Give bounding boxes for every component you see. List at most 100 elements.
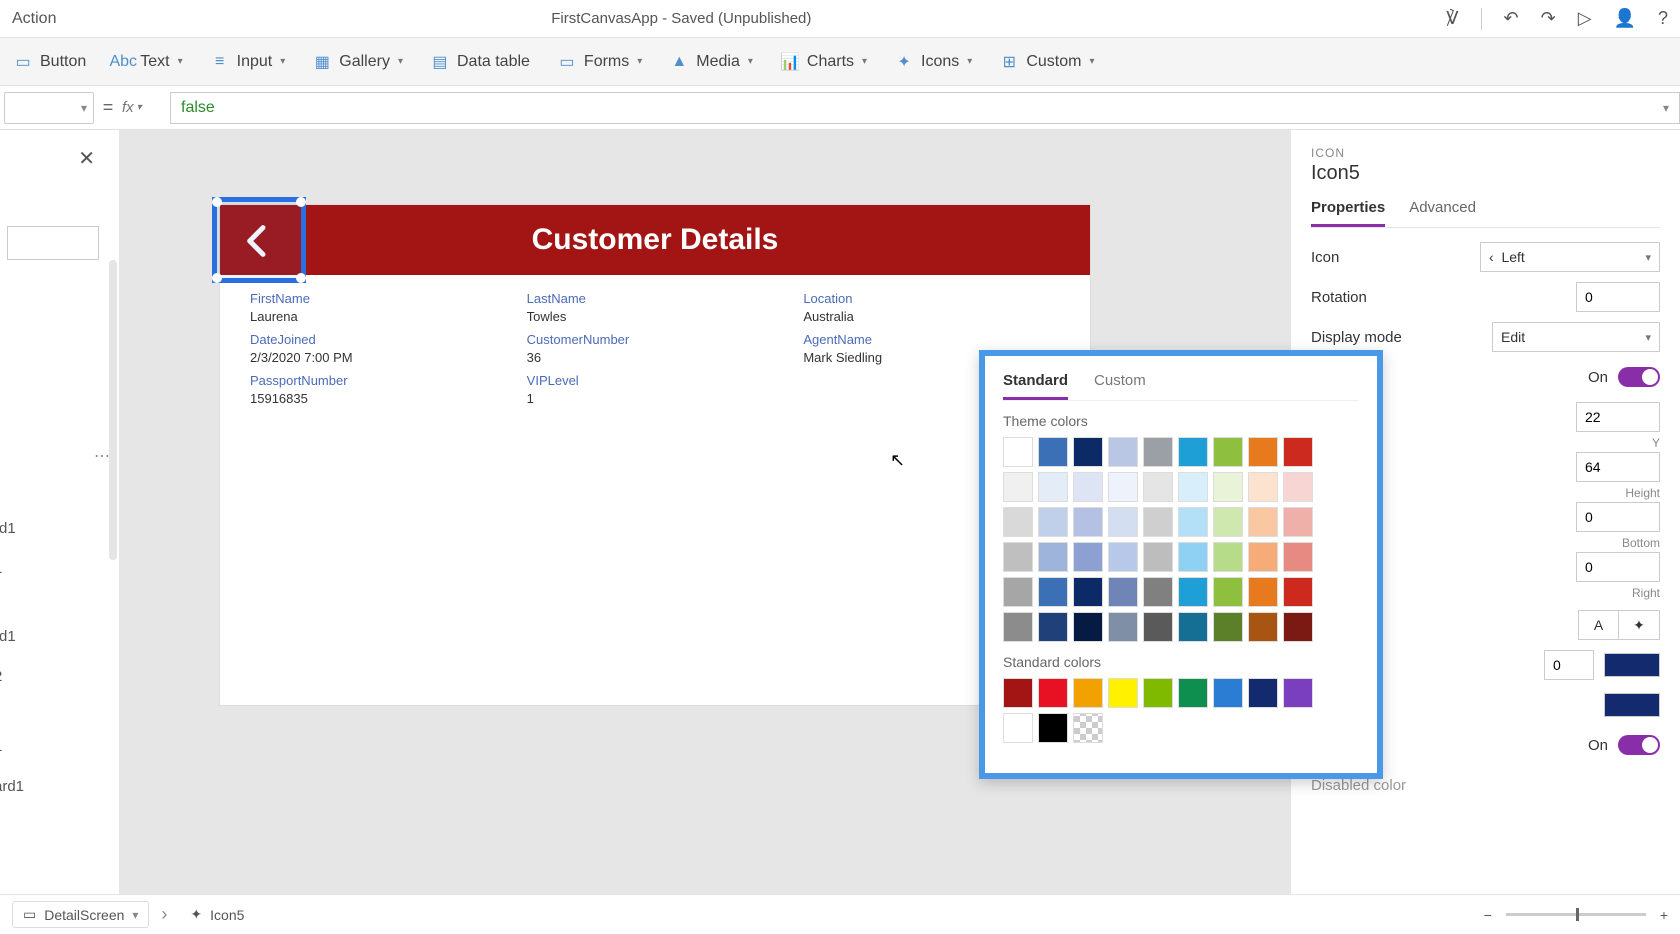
ribbon-gallery[interactable]: ▦Gallery▾ [313,53,403,71]
color-swatch[interactable] [1283,577,1313,607]
ribbon-custom[interactable]: ⊞Custom▾ [1000,53,1094,71]
health-icon[interactable]: ℣ [1446,8,1458,29]
color-swatch[interactable] [1248,678,1278,708]
font-segment[interactable]: A ✦ [1578,610,1660,640]
color-swatch[interactable] [1038,612,1068,642]
color-swatch[interactable] [1248,612,1278,642]
color-swatch[interactable] [1213,507,1243,537]
color-swatch[interactable] [1073,472,1103,502]
color-swatch[interactable] [1178,612,1208,642]
ribbon-forms[interactable]: ▭Forms▾ [558,53,642,71]
more-icon[interactable]: ⋯ [94,446,111,466]
color-swatch[interactable] [1283,437,1313,467]
color-swatch[interactable] [1003,542,1033,572]
color-swatch[interactable] [1248,437,1278,467]
prop-rotation-input[interactable] [1576,282,1660,312]
color-swatch[interactable] [1213,577,1243,607]
color-swatch[interactable] [1038,472,1068,502]
color-swatch[interactable] [1143,678,1173,708]
color-swatch[interactable] [1003,577,1033,607]
zoom-out[interactable]: − [1484,907,1492,923]
color-swatch[interactable] [1178,678,1208,708]
color-swatch[interactable] [1108,542,1138,572]
color-swatch[interactable] [1108,472,1138,502]
color-swatch[interactable] [1178,542,1208,572]
tree-item[interactable]: 2 [0,668,2,685]
color-swatch[interactable] [1178,437,1208,467]
selection-box[interactable] [212,197,306,283]
color-swatch[interactable] [1073,542,1103,572]
tree-item[interactable]: ard1 [0,778,24,795]
tree-item[interactable]: 1 [0,560,2,577]
ribbon-button[interactable]: ▭Button [14,53,86,71]
color-swatch[interactable] [1038,507,1068,537]
color-swatch[interactable] [1143,437,1173,467]
ribbon-icons[interactable]: ✦Icons▾ [895,53,972,71]
seg-font[interactable]: A [1579,611,1619,639]
color-swatch-2[interactable] [1604,693,1660,717]
color-swatch[interactable] [1108,678,1138,708]
color-swatch[interactable] [1248,577,1278,607]
search-box[interactable] [7,226,99,260]
color-swatch[interactable] [1248,472,1278,502]
ribbon-input[interactable]: ≡Input▾ [211,53,286,71]
tree-item[interactable]: 1 [0,738,2,755]
ribbon-text[interactable]: AbcText▾ [114,53,182,71]
tab-properties[interactable]: Properties [1311,199,1385,227]
color-swatch[interactable] [1178,472,1208,502]
color-swatch[interactable] [1073,713,1103,743]
color-swatch[interactable] [1003,472,1033,502]
fx-label[interactable]: fx▾ [122,99,170,116]
color-swatch[interactable] [1213,542,1243,572]
color-swatch[interactable] [1003,612,1033,642]
color-swatch[interactable] [1283,542,1313,572]
redo-icon[interactable]: ↷ [1541,8,1556,29]
color-swatch[interactable] [1283,472,1313,502]
color-swatch[interactable] [1213,678,1243,708]
color-swatch[interactable] [1003,678,1033,708]
color-swatch[interactable] [1108,507,1138,537]
help-icon[interactable]: ? [1658,8,1668,29]
color-swatch[interactable] [1213,437,1243,467]
colorpicker-tab-standard[interactable]: Standard [1003,372,1068,400]
scrollbar[interactable] [109,260,117,560]
property-selector[interactable]: ▾ [4,92,94,124]
color-swatch[interactable] [1073,678,1103,708]
play-icon[interactable]: ▷ [1578,8,1592,29]
visible-toggle[interactable] [1618,367,1660,387]
color-swatch[interactable] [1213,472,1243,502]
color-swatch[interactable] [1143,472,1173,502]
color-swatch[interactable] [1143,507,1173,537]
formula-input[interactable]: false ▾ [170,92,1680,124]
color-swatch[interactable] [1073,577,1103,607]
colorpicker-tab-custom[interactable]: Custom [1094,372,1146,400]
color-swatch[interactable] [1283,678,1313,708]
tree-item[interactable]: rd1 [0,520,16,537]
color-swatch[interactable] [1108,437,1138,467]
color-swatch[interactable] [1038,713,1068,743]
prop-icon-dropdown[interactable]: ‹ Left▾ [1480,242,1660,272]
color-swatch[interactable] [1213,612,1243,642]
toggle-2[interactable] [1618,735,1660,755]
menu-action[interactable]: Action [12,10,56,28]
color-swatch[interactable] [1003,437,1033,467]
color-swatch[interactable] [1178,577,1208,607]
ribbon-datatable[interactable]: ▤Data table [431,53,530,71]
color-swatch[interactable] [1178,507,1208,537]
breadcrumb-screen[interactable]: ▭ DetailScreen ▾ [12,901,149,928]
color-swatch[interactable] [1038,542,1068,572]
size-h-input[interactable] [1576,452,1660,482]
color-swatch[interactable] [1003,713,1033,743]
color-swatch[interactable] [1073,437,1103,467]
color-swatch[interactable] [1283,612,1313,642]
color-swatch[interactable] [1143,577,1173,607]
zoom-in[interactable]: + [1660,907,1668,923]
color-swatch[interactable] [1248,542,1278,572]
color-swatch[interactable] [1108,612,1138,642]
padding-bottom-input[interactable] [1576,502,1660,532]
color-swatch[interactable] [1604,653,1660,677]
color-swatch[interactable] [1108,577,1138,607]
undo-icon[interactable]: ↶ [1504,8,1519,29]
color-swatch[interactable] [1038,678,1068,708]
padding-right-input[interactable] [1576,552,1660,582]
